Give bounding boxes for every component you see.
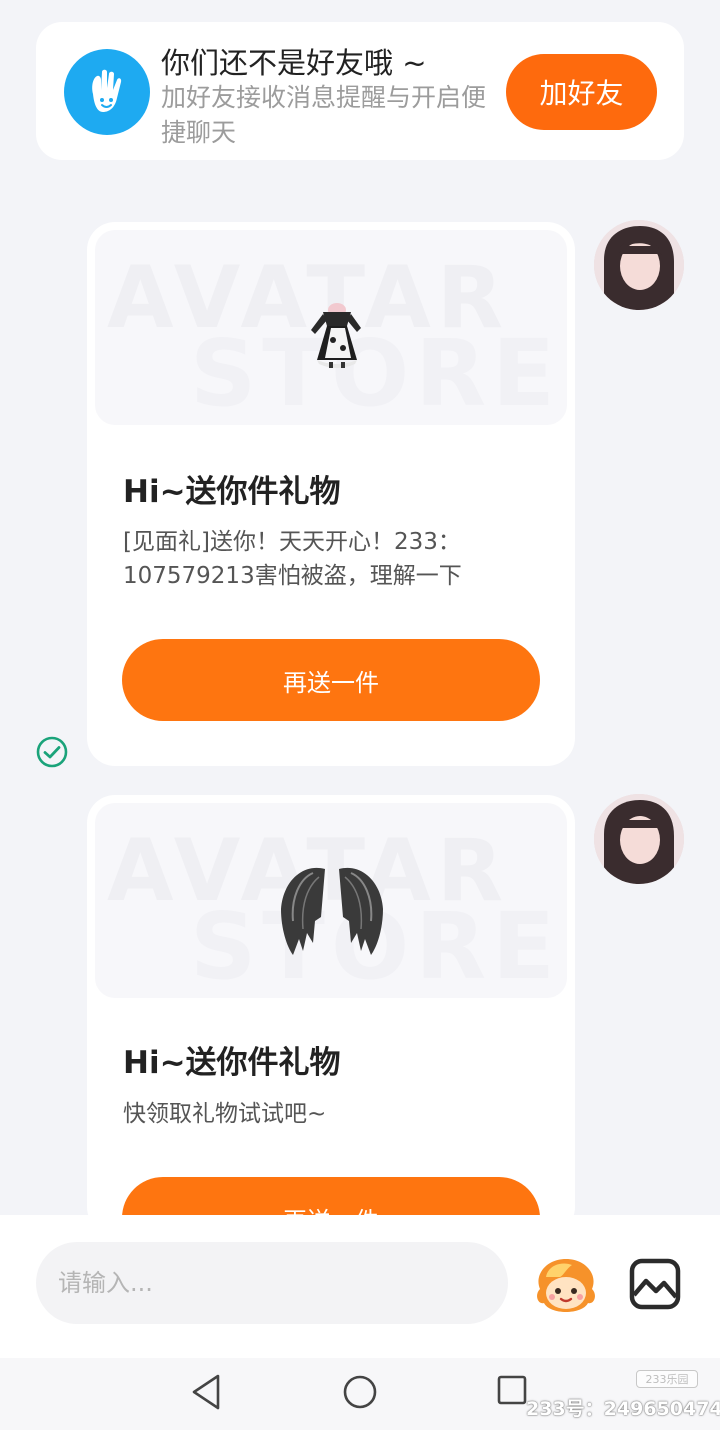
add-friend-button[interactable]: 加好友	[506, 54, 657, 130]
gift-title: Hi~送你件礼物	[123, 1045, 341, 1081]
back-triangle-icon[interactable]	[188, 1372, 226, 1412]
system-navigation-bar: 233乐园 233号：249650474	[0, 1358, 720, 1430]
gift-message-card: AVATAR STORE Hi~送你件礼物 快领取礼物试试吧~ 再送一件	[87, 795, 575, 1235]
gift-preview: AVATAR STORE	[95, 230, 567, 425]
avatar[interactable]	[594, 220, 684, 310]
input-bar	[0, 1215, 720, 1358]
send-again-button[interactable]: 再送一件	[122, 639, 540, 721]
home-circle-icon[interactable]	[342, 1374, 378, 1410]
avatar[interactable]	[594, 794, 684, 884]
banner-subtitle: 加好友接收消息提醒与开启便捷聊天	[161, 83, 487, 147]
watermark-badge: 233乐园	[636, 1370, 698, 1388]
gift-preview: AVATAR STORE	[95, 803, 567, 998]
friend-banner: 你们还不是好友哦 ~ 加好友接收消息提醒与开启便捷聊天 加好友	[36, 22, 684, 160]
gift-title: Hi~送你件礼物	[123, 474, 341, 510]
mascot-face-icon[interactable]	[532, 1255, 600, 1319]
image-icon[interactable]	[628, 1257, 682, 1311]
gift-description: [见面礼]送你！天天开心！233：107579213害怕被盗，理解一下	[123, 529, 462, 589]
recent-square-icon[interactable]	[496, 1374, 528, 1406]
message-input[interactable]	[36, 1242, 508, 1324]
hand-wave-icon	[64, 49, 150, 135]
gift-message-card: AVATAR STORE Hi~送你件礼物 [见面礼]送你！天天开心！233：1…	[87, 222, 575, 766]
gift-description: 快领取礼物试试吧~	[123, 1101, 327, 1127]
chat-screen: 你们还不是好友哦 ~ 加好友接收消息提醒与开启便捷聊天 加好友 AVATAR S…	[0, 0, 720, 1430]
dark-wings-image	[281, 867, 383, 955]
maid-dress-outfit-image	[311, 303, 361, 368]
read-check-icon	[36, 736, 68, 768]
banner-title: 你们还不是好友哦 ~	[161, 46, 427, 80]
watermark-id: 233号：249650474	[526, 1398, 720, 1420]
store-watermark: STORE	[190, 320, 561, 425]
